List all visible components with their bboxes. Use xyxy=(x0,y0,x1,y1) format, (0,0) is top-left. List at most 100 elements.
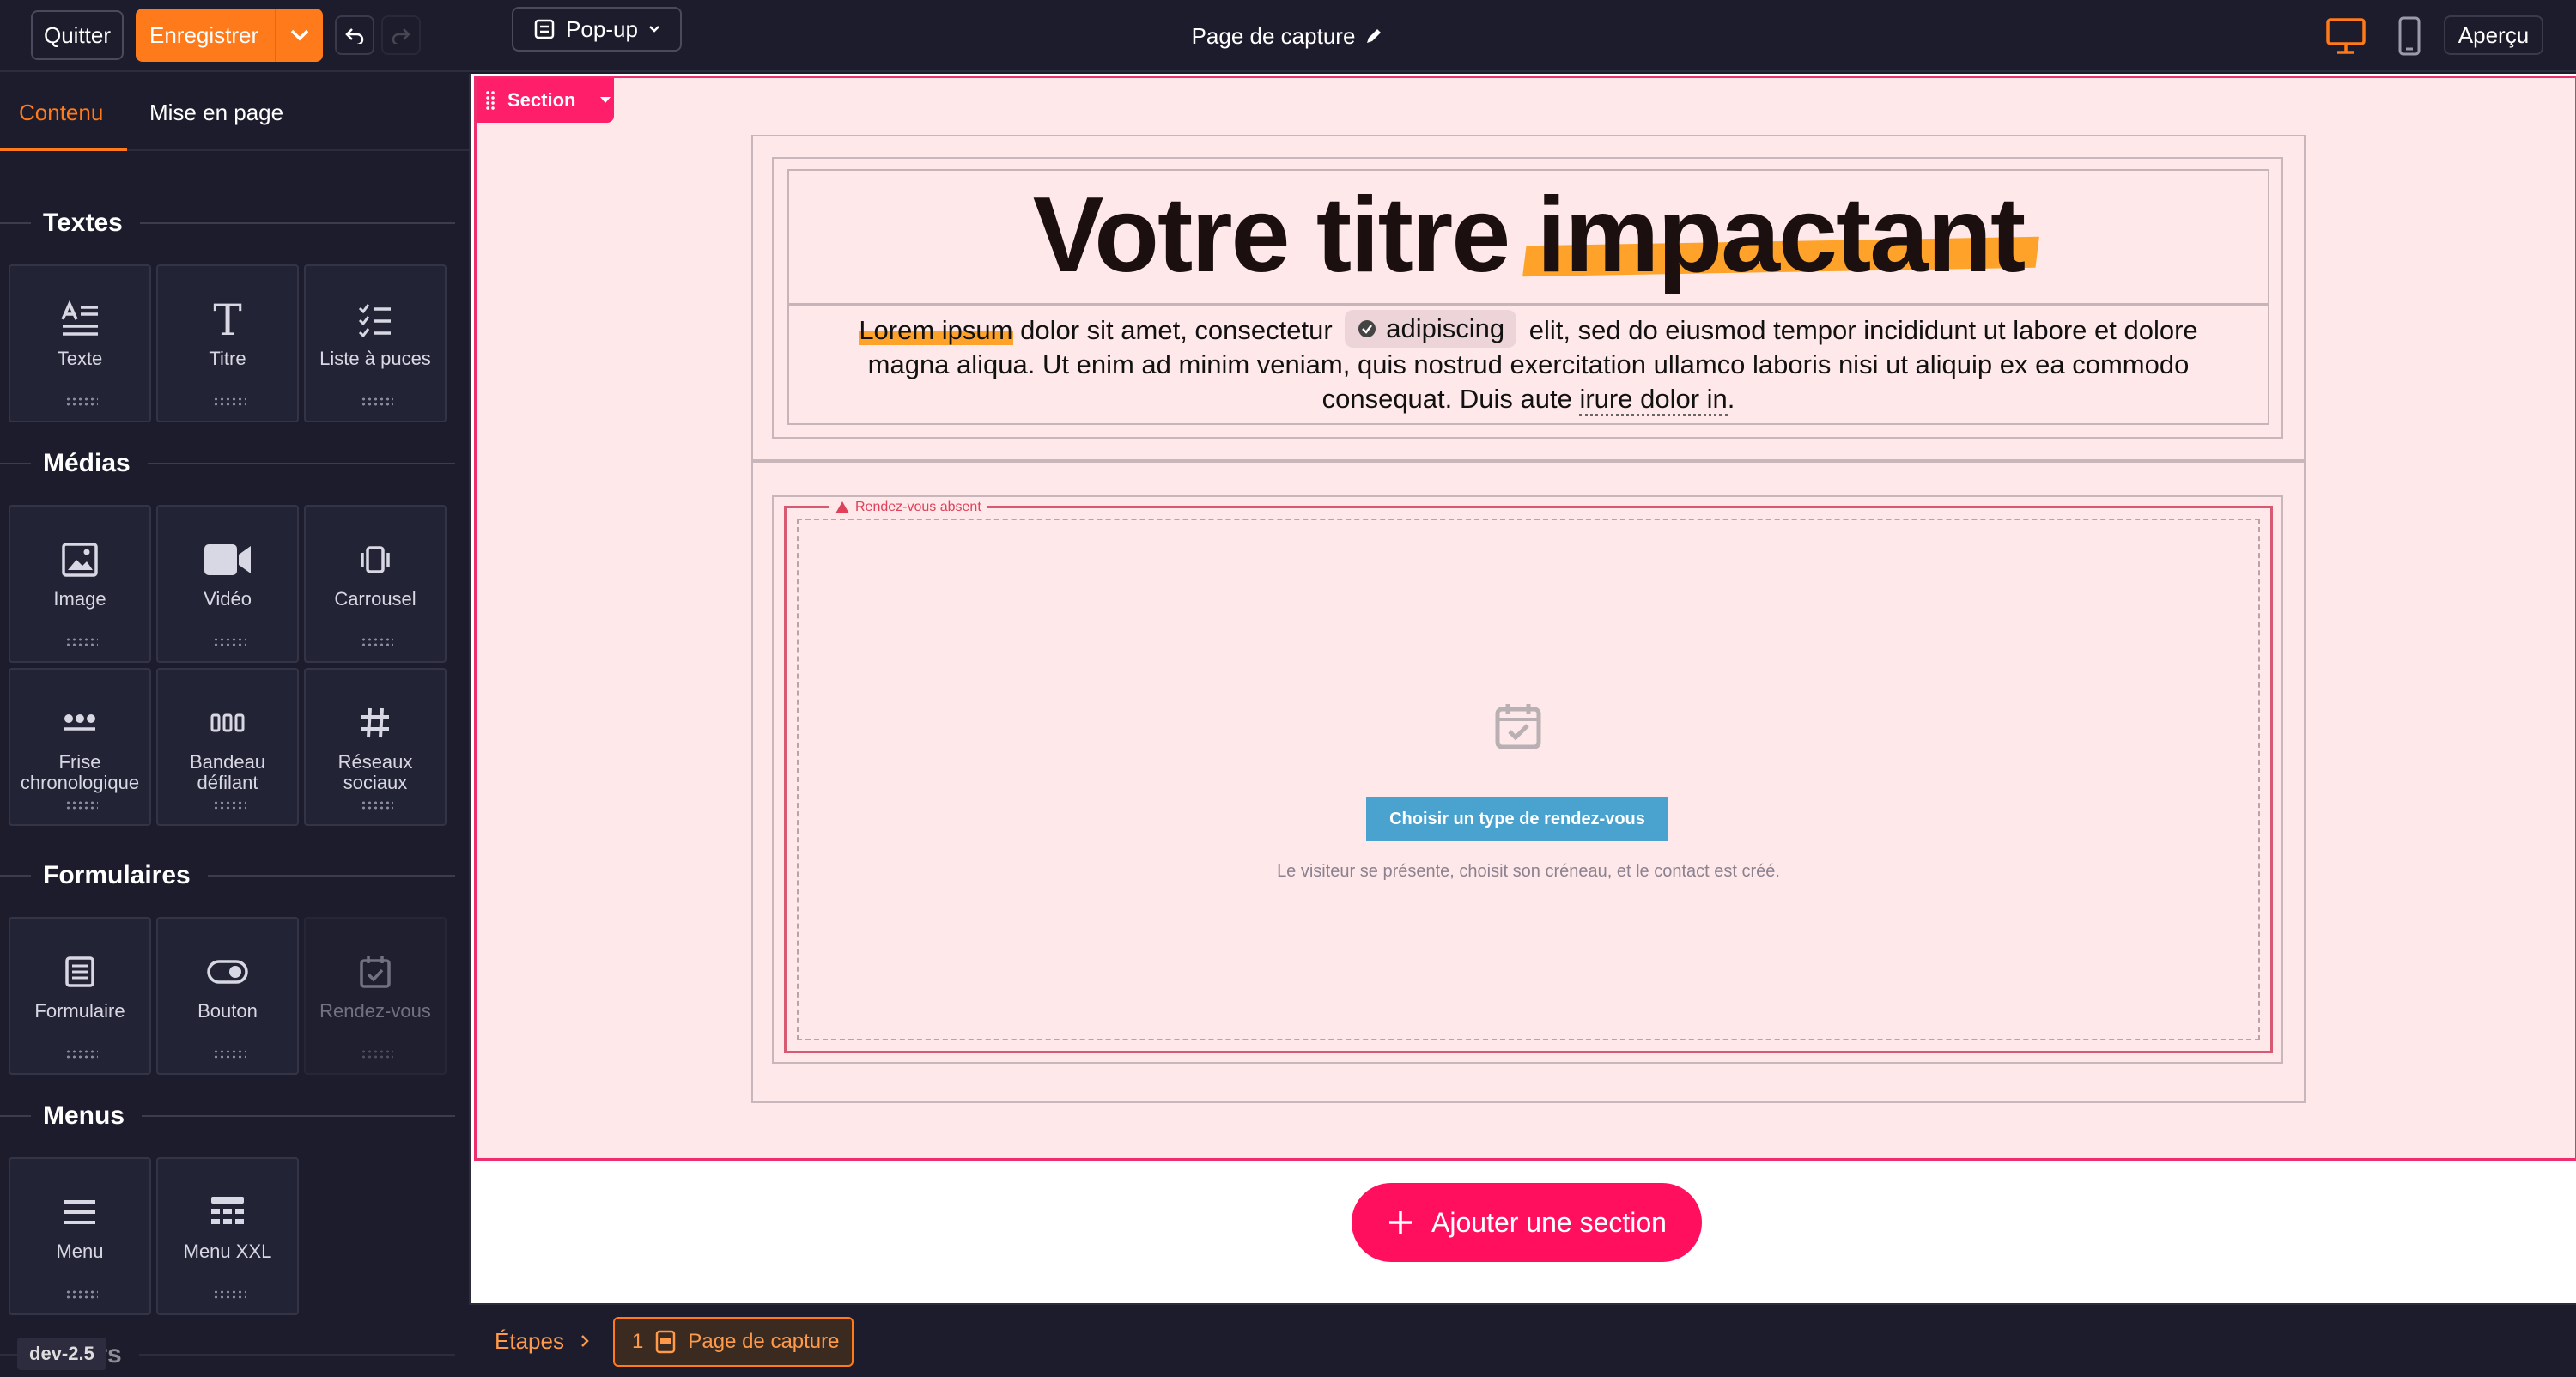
tile-label: Menu XXL xyxy=(183,1241,272,1262)
tile-label: Carrousel xyxy=(334,588,416,610)
checklist-icon xyxy=(358,297,392,342)
video-camera-icon xyxy=(203,537,252,582)
row-appointment[interactable]: Rendez-vous absent Choisir un type de re… xyxy=(751,461,2306,1103)
appointment-description: Le visiteur se présente, choisit son cré… xyxy=(1277,862,1780,881)
tile-menu[interactable]: Menu xyxy=(9,1157,151,1315)
steps-text: Étapes xyxy=(495,1327,564,1354)
tile-formulaire[interactable]: Formulaire xyxy=(9,917,151,1075)
missing-appointment-warning: Rendez-vous absent xyxy=(829,500,987,515)
hamburger-menu-icon xyxy=(63,1190,97,1234)
tile-image[interactable]: Image xyxy=(9,505,151,663)
steps-bar: Étapes 1 Page de capture xyxy=(469,1303,2576,1375)
image-icon xyxy=(61,537,99,582)
warning-triangle-icon xyxy=(835,501,849,513)
editor-canvas: Section Votre titre impactant Lorem ipsu… xyxy=(469,74,2576,1303)
tile-texte[interactable]: Texte xyxy=(9,264,151,422)
sidebar: Contenu Mise en page Textes Texte T Titr… xyxy=(0,74,469,1375)
tile-label: Rendez-vous xyxy=(319,1000,431,1022)
drag-handle-icon[interactable] xyxy=(213,637,246,647)
selected-section[interactable]: Section Votre titre impactant Lorem ipsu… xyxy=(474,76,2576,1161)
headline-part2: impactant xyxy=(1536,176,2026,294)
tile-bouton[interactable]: Bouton xyxy=(156,917,299,1075)
appointment-placeholder: Choisir un type de rendez-vous Le visite… xyxy=(797,519,2260,1040)
headline-block[interactable]: Votre titre impactant xyxy=(787,169,2269,305)
marquee-icon xyxy=(210,701,245,745)
text-paragraph-icon xyxy=(60,297,100,342)
section-tag[interactable]: Section xyxy=(477,78,614,123)
active-tab-indicator xyxy=(0,148,127,151)
tab-mise-en-page[interactable]: Mise en page xyxy=(149,100,283,126)
paragraph-block[interactable]: Lorem ipsum dolor sit amet, consectetur … xyxy=(787,305,2269,425)
drag-handle-icon[interactable] xyxy=(361,800,393,810)
tile-label: Bandeau défilant xyxy=(189,751,266,793)
headline[interactable]: Votre titre impactant xyxy=(789,174,2268,296)
drag-handle-icon[interactable] xyxy=(361,397,393,407)
tile-frise[interactable]: Frise chronologique xyxy=(9,668,151,826)
save-label: Enregistrer xyxy=(149,21,259,48)
edit-pencil-icon[interactable] xyxy=(1364,26,1384,46)
drag-handle-icon[interactable] xyxy=(65,637,98,647)
appointment-block[interactable]: Rendez-vous absent Choisir un type de re… xyxy=(784,500,2273,1053)
page-title-text: Page de capture xyxy=(1191,22,1356,49)
step-page-de-capture[interactable]: 1 Page de capture xyxy=(613,1317,854,1367)
tile-label: Formulaire xyxy=(34,1000,125,1022)
tile-label: Titre xyxy=(209,348,246,369)
top-toolbar: Quitter Enregistrer Pop-up Page de captu… xyxy=(0,0,2576,72)
para-text-3: . xyxy=(1727,384,1735,414)
tab-contenu[interactable]: Contenu xyxy=(19,100,103,126)
page-title[interactable]: Page de capture xyxy=(1116,0,1460,72)
popup-icon xyxy=(534,19,555,39)
add-section-button[interactable]: Ajouter une section xyxy=(1352,1183,1702,1262)
steps-label[interactable]: Étapes xyxy=(495,1305,590,1377)
drag-handle-icon[interactable] xyxy=(65,1289,98,1300)
column-appointment[interactable]: Rendez-vous absent Choisir un type de re… xyxy=(772,495,2283,1064)
tile-titre[interactable]: T Titre xyxy=(156,264,299,422)
caret-down-icon[interactable] xyxy=(599,96,611,105)
tile-label: Vidéo xyxy=(204,588,252,610)
desktop-view-icon[interactable] xyxy=(2324,14,2368,58)
plus-icon xyxy=(1389,1211,1413,1234)
tile-video[interactable]: Vidéo xyxy=(156,505,299,663)
drag-handle-icon[interactable] xyxy=(213,1049,246,1059)
drag-handle-icon[interactable] xyxy=(213,397,246,407)
tile-label: Frise chronologique xyxy=(20,751,140,793)
tile-label: Bouton xyxy=(197,1000,258,1022)
drag-handle-icon[interactable] xyxy=(361,1049,393,1059)
popup-dropdown[interactable]: Pop-up xyxy=(512,7,682,52)
step-label: Page de capture xyxy=(688,1330,840,1353)
drag-handle-icon[interactable] xyxy=(65,397,98,407)
dotted-underline-text[interactable]: irure dolor in xyxy=(1579,384,1728,416)
drag-grip-icon[interactable] xyxy=(485,90,495,111)
save-options-chevron-icon[interactable] xyxy=(275,9,323,62)
column-title-text[interactable]: Votre titre impactant Lorem ipsum dolor … xyxy=(772,157,2283,439)
tile-carrousel[interactable]: Carrousel xyxy=(304,505,447,663)
tile-liste[interactable]: Liste à puces xyxy=(304,264,447,422)
inline-chip[interactable]: adipiscing xyxy=(1345,310,1517,348)
tile-rendezvous[interactable]: Rendez-vous xyxy=(304,917,447,1075)
preview-button[interactable]: Aperçu xyxy=(2444,15,2543,55)
title-t-icon: T xyxy=(210,297,245,342)
drag-handle-icon[interactable] xyxy=(65,1049,98,1059)
mega-menu-icon xyxy=(210,1190,246,1234)
quit-button[interactable]: Quitter xyxy=(31,10,124,60)
body-paragraph[interactable]: Lorem ipsum dolor sit amet, consectetur … xyxy=(815,310,2242,416)
save-button[interactable]: Enregistrer xyxy=(136,9,323,62)
tile-bandeau[interactable]: Bandeau défilant xyxy=(156,668,299,826)
warning-label: Rendez-vous absent xyxy=(855,500,981,514)
row-title-text[interactable]: Votre titre impactant Lorem ipsum dolor … xyxy=(751,135,2306,461)
drag-handle-icon[interactable] xyxy=(361,637,393,647)
undo-icon[interactable] xyxy=(335,15,374,55)
chevron-down-icon xyxy=(649,26,659,33)
tile-reseaux[interactable]: Réseaux sociaux xyxy=(304,668,447,826)
lorem-highlight: Lorem ipsum xyxy=(859,315,1013,345)
drag-handle-icon[interactable] xyxy=(65,800,98,810)
drag-handle-icon[interactable] xyxy=(213,1289,246,1300)
redo-icon[interactable] xyxy=(381,15,421,55)
mobile-view-icon[interactable] xyxy=(2392,14,2427,58)
carousel-icon xyxy=(360,537,391,582)
popup-label: Pop-up xyxy=(566,15,638,42)
calendar-check-icon xyxy=(1492,701,1544,756)
drag-handle-icon[interactable] xyxy=(213,800,246,810)
choose-appointment-type-button[interactable]: Choisir un type de rendez-vous xyxy=(1366,797,1668,841)
tile-menu-xxl[interactable]: Menu XXL xyxy=(156,1157,299,1315)
